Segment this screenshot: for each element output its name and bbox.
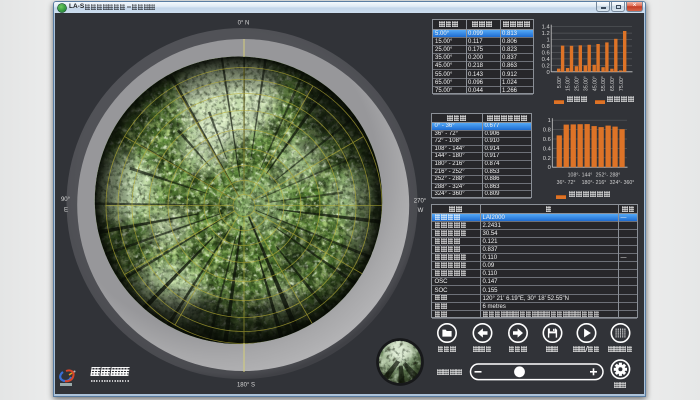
svg-text:1.4: 1.4 bbox=[542, 25, 551, 31]
svg-text:1: 1 bbox=[548, 118, 551, 124]
svg-text:270°: 270° bbox=[414, 199, 427, 205]
svg-text:55.00°: 55.00° bbox=[601, 76, 607, 91]
svg-text:0.6: 0.6 bbox=[543, 137, 551, 143]
svg-text:1.2: 1.2 bbox=[542, 31, 550, 37]
svg-text:65.00°: 65.00° bbox=[610, 76, 616, 91]
svg-text:35.00°: 35.00° bbox=[583, 76, 589, 91]
svg-text:180°- 216°: 180°- 216° bbox=[582, 180, 607, 186]
svg-text:15.00°: 15.00° bbox=[566, 76, 572, 91]
svg-text:E: E bbox=[64, 208, 68, 214]
svg-text:75.00°: 75.00° bbox=[619, 76, 625, 91]
svg-text:0: 0 bbox=[548, 165, 551, 171]
svg-text:252°- 288°: 252°- 288° bbox=[596, 173, 621, 179]
svg-text:0: 0 bbox=[546, 70, 549, 76]
svg-text:0.6: 0.6 bbox=[542, 51, 550, 57]
svg-text:108°- 144°: 108°- 144° bbox=[568, 173, 593, 179]
svg-text:0.4: 0.4 bbox=[542, 57, 551, 63]
svg-text:45.00°: 45.00° bbox=[592, 76, 598, 91]
svg-text:0.8: 0.8 bbox=[543, 128, 551, 134]
svg-text:1: 1 bbox=[546, 38, 549, 44]
svg-text:0.4: 0.4 bbox=[543, 146, 552, 152]
svg-text:0.8: 0.8 bbox=[542, 44, 550, 50]
svg-text:90°: 90° bbox=[61, 197, 71, 203]
svg-text:5.00°: 5.00° bbox=[557, 76, 563, 88]
svg-text:36°- 72°: 36°- 72° bbox=[557, 180, 576, 186]
svg-text:25.00°: 25.00° bbox=[575, 76, 581, 91]
svg-text:0.2: 0.2 bbox=[542, 63, 550, 69]
svg-text:180° S: 180° S bbox=[237, 383, 255, 389]
svg-text:0.2: 0.2 bbox=[543, 156, 551, 162]
svg-text:324°- 360°: 324°- 360° bbox=[610, 180, 635, 186]
svg-text:0° N: 0° N bbox=[238, 21, 250, 27]
svg-text:W: W bbox=[418, 208, 424, 214]
